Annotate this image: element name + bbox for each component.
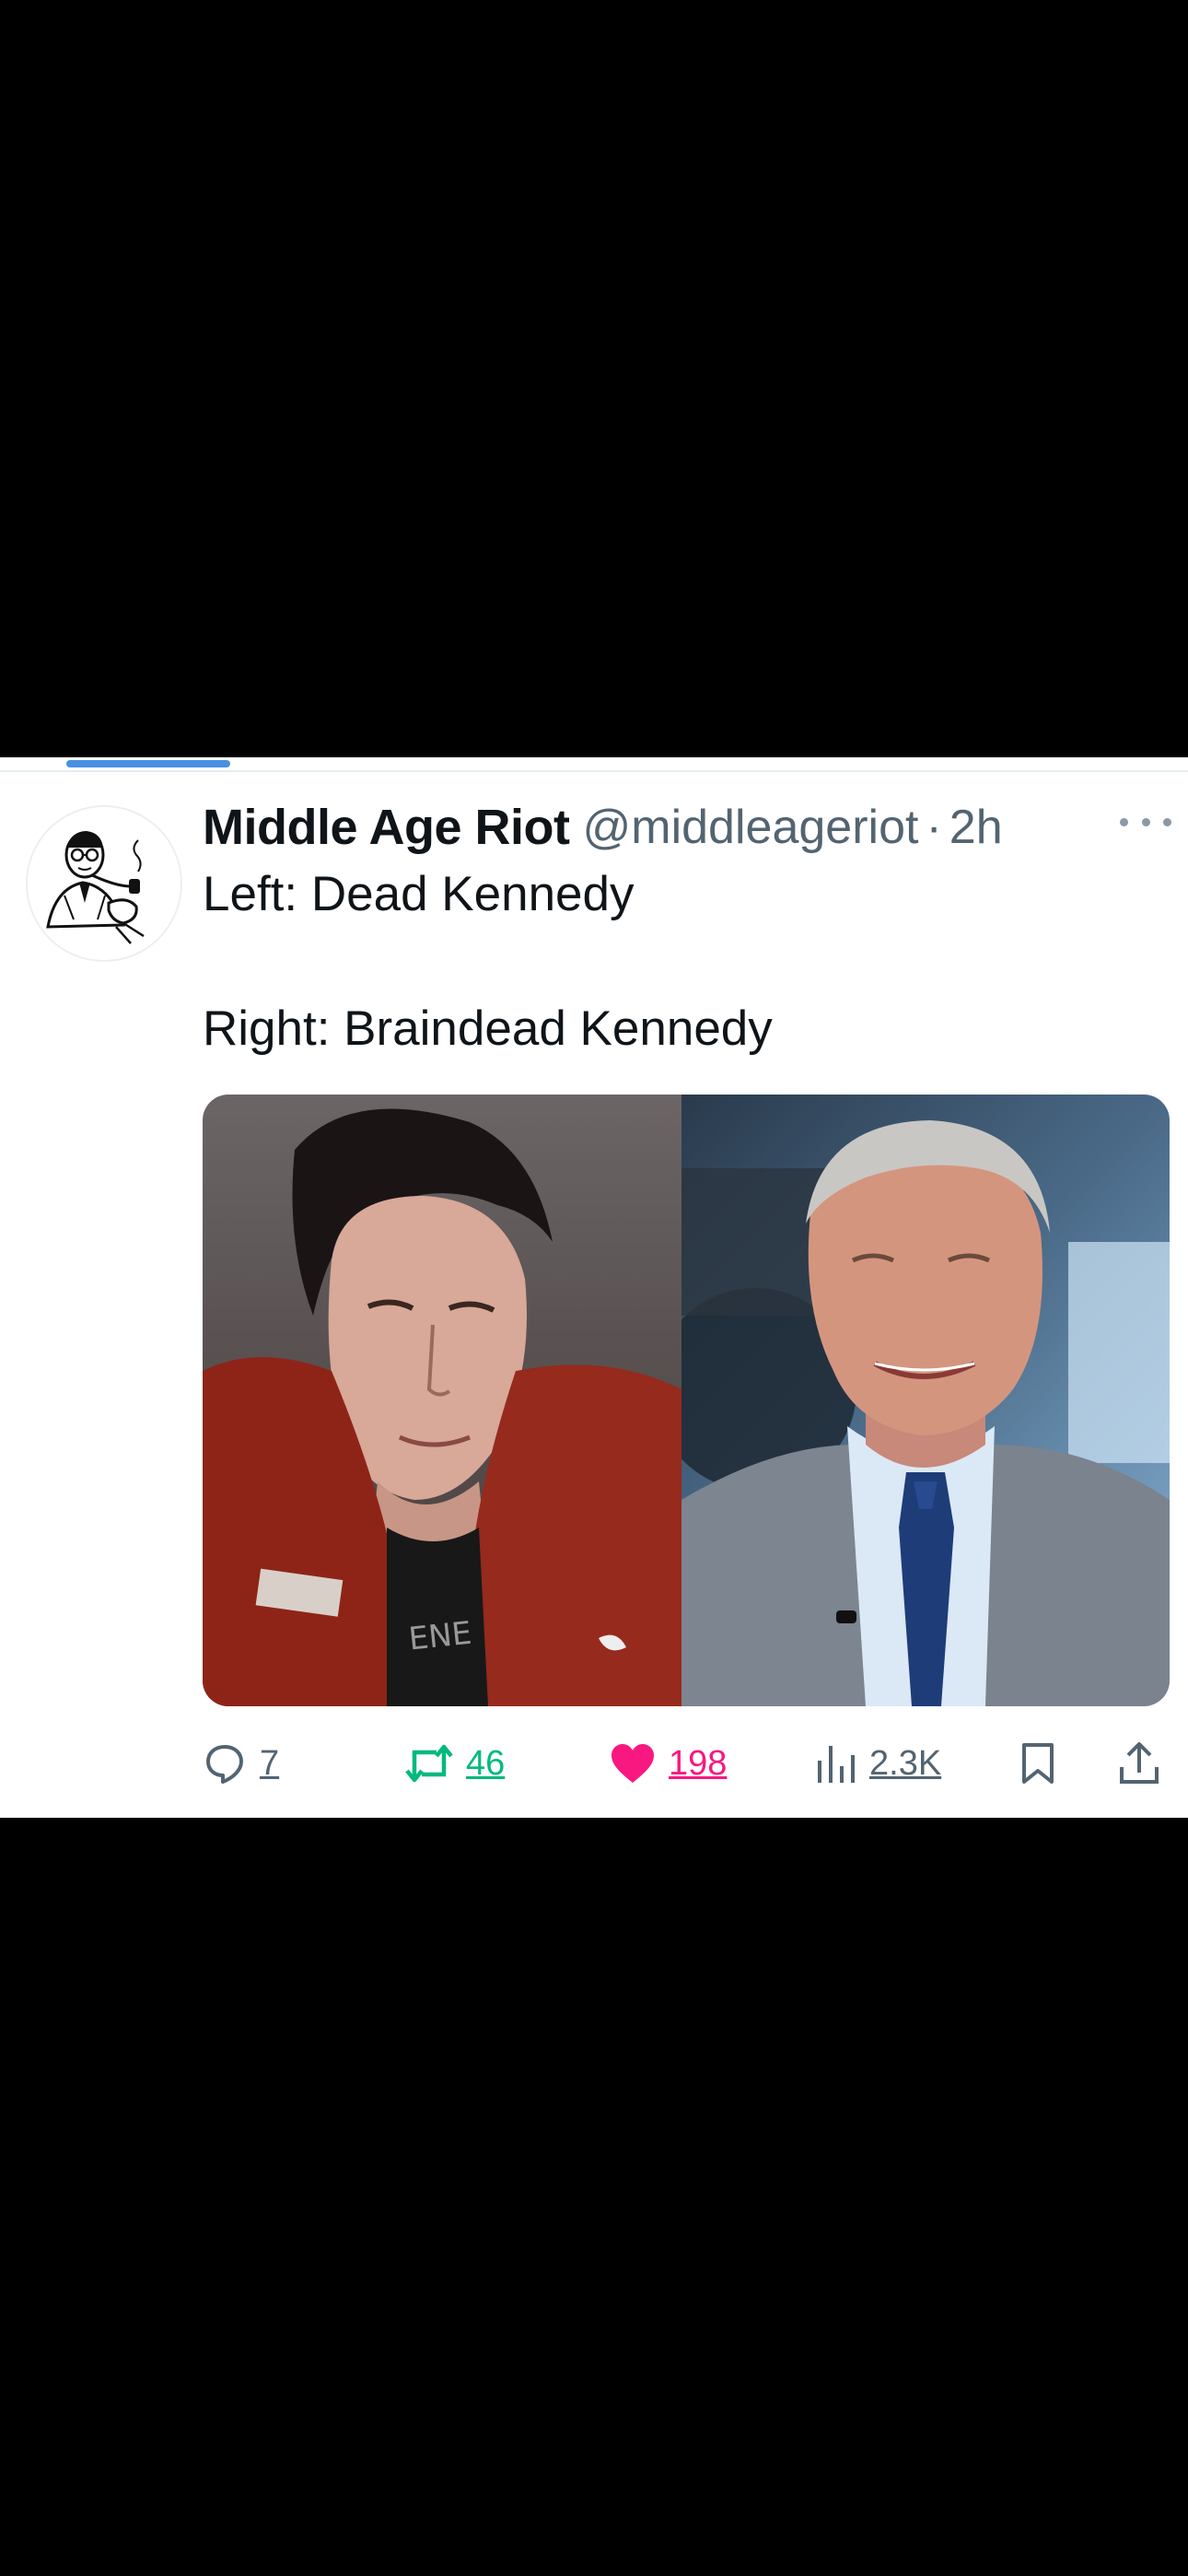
views-action[interactable]: 2.3K: [816, 1734, 941, 1793]
separator-dot: ·: [926, 801, 942, 854]
share-action[interactable]: [1118, 1734, 1160, 1793]
divider: [0, 770, 1188, 772]
man-with-pipe-sketch-icon: [28, 807, 181, 960]
tweet-media[interactable]: ENE: [203, 1095, 1170, 1706]
reply-action[interactable]: 7: [203, 1734, 279, 1793]
bookmark-action[interactable]: [1020, 1734, 1055, 1793]
repost-action[interactable]: 46: [405, 1734, 505, 1793]
author-display-name[interactable]: Middle Age Riot: [203, 799, 570, 856]
tweet-text-line-1: Left: Dead Kennedy: [203, 867, 635, 921]
reply-bubble-icon: [206, 1745, 243, 1784]
svg-text:ENE: ENE: [407, 1615, 473, 1658]
more-options-icon[interactable]: [1120, 803, 1171, 840]
right-photo[interactable]: [681, 1095, 1170, 1706]
left-photo[interactable]: ENE: [203, 1095, 681, 1706]
tweet-action-bar: 7 46 198 2.3K: [203, 1734, 1170, 1793]
views-count: 2.3K: [869, 1743, 942, 1783]
loading-progress-bar: [66, 760, 230, 767]
repost-count: 46: [466, 1743, 506, 1783]
top-black-area: [0, 0, 1188, 757]
like-count: 198: [669, 1743, 728, 1783]
share-upload-icon: [1120, 1742, 1159, 1784]
avatar[interactable]: [26, 805, 182, 962]
like-action[interactable]: 198: [610, 1734, 727, 1793]
tweet-text-line-2: Right: Braindead Kennedy: [203, 1001, 773, 1056]
bottom-black-area: [0, 1818, 1188, 2576]
tweet-card[interactable]: Middle Age Riot @middleageriot · 2h Left…: [0, 757, 1188, 1818]
tweet-timestamp[interactable]: 2h: [949, 800, 1003, 855]
reply-count: 7: [260, 1743, 280, 1783]
tweet-header: Middle Age Riot @middleageriot · 2h: [203, 794, 1003, 861]
views-bar-chart-icon: [818, 1746, 855, 1783]
repost-arrows-icon: [405, 1744, 453, 1783]
heart-icon: [611, 1744, 654, 1783]
author-handle[interactable]: @middleageriot: [582, 800, 918, 855]
bookmark-icon: [1022, 1743, 1054, 1784]
